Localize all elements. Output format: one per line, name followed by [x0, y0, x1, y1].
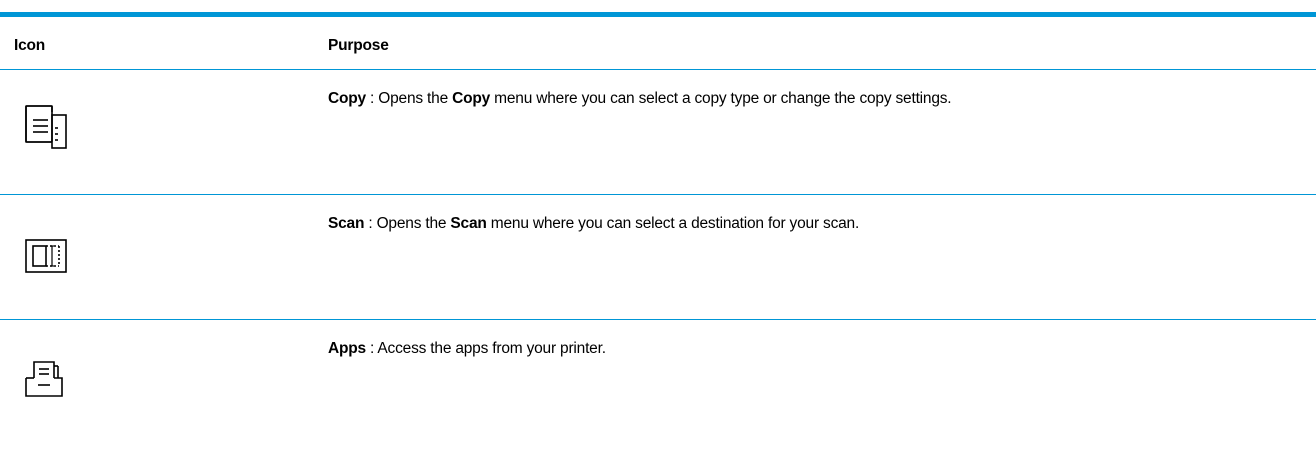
description-start: Opens the	[376, 215, 451, 232]
menu-name: Scan	[450, 215, 487, 232]
item-name: Scan	[328, 215, 365, 232]
item-name: Copy	[328, 90, 366, 107]
table-row-apps: Apps : Access the apps from your printer…	[0, 319, 1316, 458]
description-end: menu where you can select a copy type or…	[490, 90, 952, 107]
item-name: Apps	[328, 340, 366, 357]
table-row-copy: Copy : Opens the Copy menu where you can…	[0, 69, 1316, 195]
scan-icon	[22, 236, 122, 296]
description-start: Opens the	[378, 90, 453, 107]
menu-name: Copy	[452, 90, 491, 107]
purpose-text-apps: Apps : Access the apps from your printer…	[328, 340, 606, 358]
table-row-scan: Scan : Opens the Scan menu where you can…	[0, 194, 1316, 320]
description: Access the apps from your printer.	[377, 340, 606, 357]
column-header-icon: Icon	[14, 37, 46, 54]
description-end: menu where you can select a destination …	[486, 215, 860, 232]
purpose-text-scan: Scan : Opens the Scan menu where you can…	[328, 215, 859, 233]
purpose-text-copy: Copy : Opens the Copy menu where you can…	[328, 90, 952, 108]
column-header-purpose: Purpose	[328, 37, 389, 54]
apps-icon	[22, 358, 122, 418]
separator: :	[365, 340, 378, 357]
separator: :	[364, 215, 377, 232]
separator: :	[365, 90, 379, 107]
icon-purpose-table: Icon Purpose Copy : Opens the Copy menu …	[0, 0, 1316, 457]
copy-icon	[22, 104, 122, 164]
table-header-row: Icon Purpose	[0, 17, 1316, 69]
